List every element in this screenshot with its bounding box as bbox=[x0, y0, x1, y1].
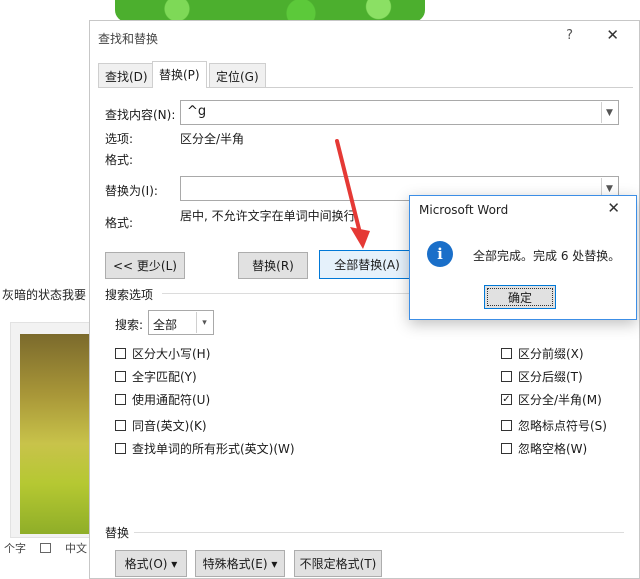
find-input-value: ^g bbox=[187, 104, 207, 119]
replace-section-title: 替换 bbox=[105, 526, 130, 540]
option-label: 区分全/半角(M) bbox=[518, 393, 602, 407]
checkbox[interactable] bbox=[115, 420, 126, 431]
search-direction-value: 全部 bbox=[153, 318, 178, 332]
search-options-title: 搜索选项 bbox=[105, 288, 154, 302]
search-direction-select[interactable]: 全部 ▾ bbox=[148, 310, 214, 335]
checkbox[interactable] bbox=[115, 443, 126, 454]
dialog-titlebar[interactable]: 查找和替换 ? ✕ bbox=[90, 21, 639, 53]
option-label: 区分大小写(H) bbox=[132, 347, 211, 361]
option-match-width[interactable]: ✓ 区分全/半角(M) bbox=[501, 391, 602, 408]
message-text: 全部完成。完成 6 处替换。 bbox=[473, 249, 621, 263]
option-label: 忽略标点符号(S) bbox=[518, 419, 607, 433]
dialog-title: 查找和替换 bbox=[98, 32, 159, 46]
chevron-down-icon[interactable]: ▾ bbox=[196, 312, 212, 333]
search-direction-label: 搜索: bbox=[115, 318, 144, 332]
document-text-fragment: 灰暗的状态我要 bbox=[2, 288, 87, 302]
option-label: 区分前缀(X) bbox=[518, 347, 584, 361]
ok-button[interactable]: 确定 bbox=[484, 285, 556, 309]
checkbox[interactable] bbox=[115, 394, 126, 405]
dialog-close-button[interactable]: ✕ bbox=[606, 26, 619, 44]
message-box-close-button[interactable]: ✕ bbox=[607, 199, 620, 217]
option-match-case[interactable]: 区分大小写(H) bbox=[115, 345, 210, 362]
tab-replace[interactable]: 替换(P) bbox=[152, 61, 207, 88]
option-label: 查找单词的所有形式(英文)(W) bbox=[132, 442, 295, 456]
option-label: 全字匹配(Y) bbox=[132, 370, 197, 384]
find-input[interactable]: ^g ▼ bbox=[180, 100, 619, 125]
replace-format-value: 居中, 不允许文字在单词中间换行 bbox=[180, 209, 356, 223]
option-label: 同音(英文)(K) bbox=[132, 419, 207, 433]
find-label: 查找内容(N): bbox=[105, 108, 176, 122]
info-icon: i bbox=[427, 241, 453, 267]
tab-goto[interactable]: 定位(G) bbox=[209, 63, 266, 87]
option-match-suffix[interactable]: 区分后缀(T) bbox=[501, 368, 583, 385]
special-format-button[interactable]: 特殊格式(E) ▾ bbox=[195, 550, 285, 577]
format-button[interactable]: 格式(O) ▾ bbox=[115, 550, 187, 577]
checkbox[interactable] bbox=[115, 348, 126, 359]
checkbox[interactable] bbox=[501, 371, 512, 382]
help-button[interactable]: ? bbox=[566, 28, 573, 43]
status-language[interactable]: 中文 bbox=[65, 540, 87, 556]
option-match-prefix[interactable]: 区分前缀(X) bbox=[501, 345, 584, 362]
document-photo bbox=[20, 334, 90, 534]
option-ignore-space[interactable]: 忽略空格(W) bbox=[501, 440, 587, 457]
no-formatting-button[interactable]: 不限定格式(T) bbox=[294, 550, 382, 577]
option-sounds-like[interactable]: 同音(英文)(K) bbox=[115, 417, 207, 434]
option-label: 忽略空格(W) bbox=[518, 442, 588, 456]
checkbox[interactable] bbox=[501, 348, 512, 359]
less-button[interactable]: << 更少(L) bbox=[105, 252, 185, 279]
checkbox[interactable] bbox=[501, 420, 512, 431]
replace-format-label: 格式: bbox=[105, 216, 134, 230]
checkbox-checked[interactable]: ✓ bbox=[501, 394, 512, 405]
option-ignore-punctuation[interactable]: 忽略标点符号(S) bbox=[501, 417, 607, 434]
option-label: 区分后缀(T) bbox=[518, 370, 583, 384]
options-value: 区分全/半角 bbox=[180, 132, 245, 146]
replace-label: 替换为(I): bbox=[105, 184, 158, 198]
option-label: 使用通配符(U) bbox=[132, 393, 211, 407]
option-wildcards[interactable]: 使用通配符(U) bbox=[115, 391, 210, 408]
checkbox[interactable] bbox=[115, 371, 126, 382]
proofing-icon[interactable] bbox=[40, 543, 51, 553]
tab-find[interactable]: 查找(D) bbox=[98, 63, 155, 87]
find-format-label: 格式: bbox=[105, 153, 134, 167]
option-all-word-forms[interactable]: 查找单词的所有形式(英文)(W) bbox=[115, 440, 295, 457]
status-word-count[interactable]: 个字 bbox=[4, 540, 26, 556]
replace-section-divider bbox=[134, 532, 624, 533]
find-history-dropdown[interactable]: ▼ bbox=[601, 102, 617, 123]
document-image-top bbox=[115, 0, 425, 22]
replace-all-button[interactable]: 全部替换(A) bbox=[319, 250, 415, 279]
checkbox[interactable] bbox=[501, 443, 512, 454]
word-message-box: Microsoft Word ✕ i 全部完成。完成 6 处替换。 确定 bbox=[409, 195, 637, 320]
options-label: 选项: bbox=[105, 132, 134, 146]
message-box-title: Microsoft Word bbox=[419, 203, 509, 217]
replace-button[interactable]: 替换(R) bbox=[238, 252, 308, 279]
option-whole-word[interactable]: 全字匹配(Y) bbox=[115, 368, 197, 385]
